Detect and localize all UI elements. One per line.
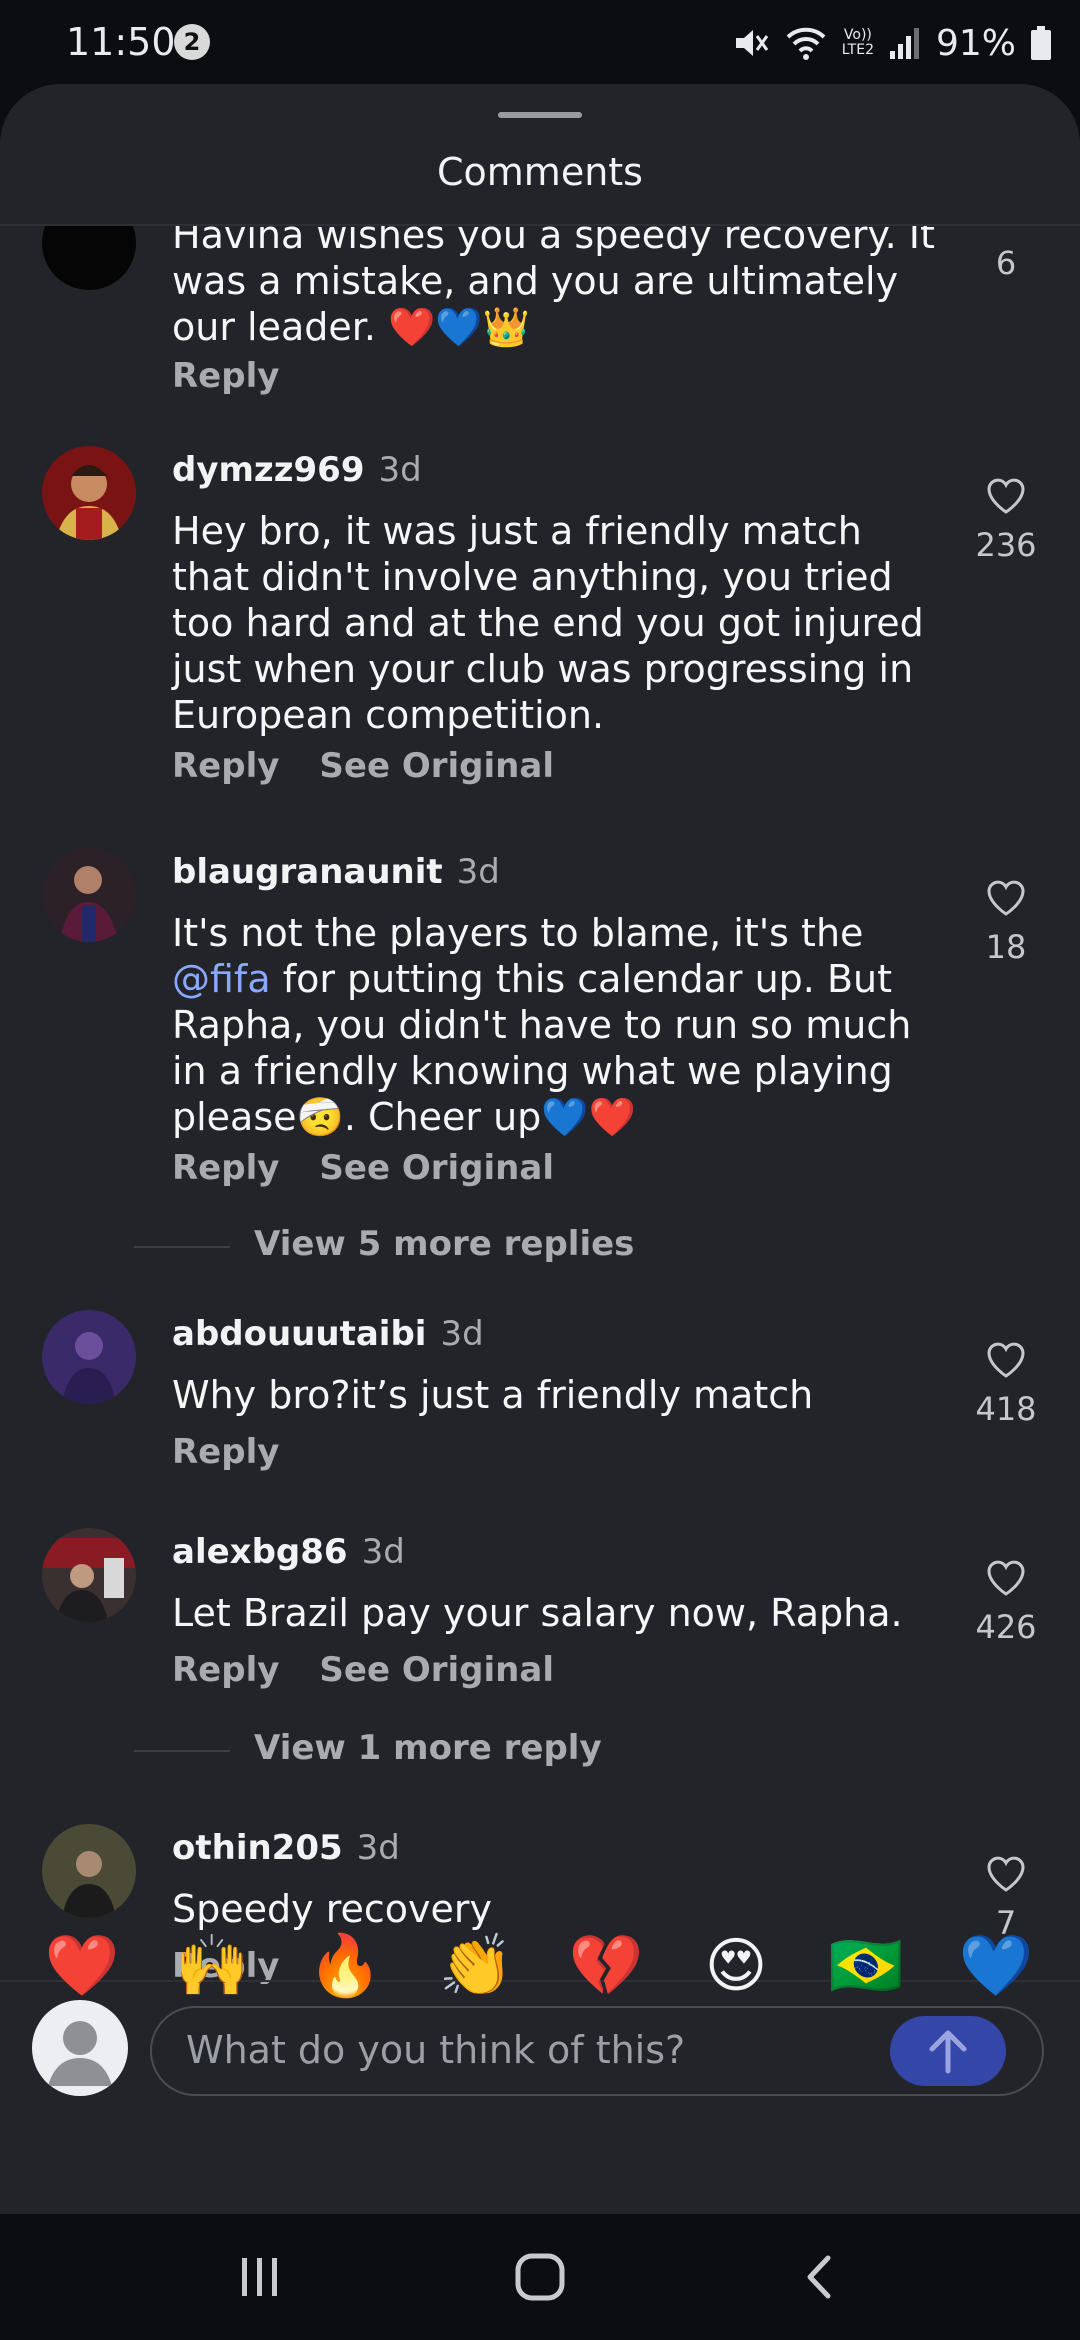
comment-text: Hey bro, it was just a friendly match th… bbox=[172, 509, 924, 737]
recent-apps-icon[interactable] bbox=[236, 2252, 284, 2302]
see-original-button[interactable]: See Original bbox=[319, 1148, 554, 1188]
emoji-heart-button[interactable]: ❤️ bbox=[42, 1926, 122, 2006]
comment-list[interactable]: Havina wishes you a speedy recovery. It … bbox=[0, 226, 1080, 1984]
view-more-replies-button[interactable]: View 5 more replies bbox=[254, 1224, 634, 1264]
system-icons: Vo)) LTE2 91% bbox=[730, 18, 1052, 68]
see-original-button[interactable]: See Original bbox=[319, 746, 554, 786]
comment-input-placeholder: What do you think of this? bbox=[186, 2028, 686, 2072]
emoji-fire-button[interactable]: 🔥 bbox=[305, 1926, 385, 2006]
battery-icon bbox=[1031, 26, 1051, 60]
avatar[interactable] bbox=[42, 226, 136, 290]
person-icon bbox=[48, 2021, 112, 2086]
comment-age: 3d bbox=[356, 1828, 400, 1868]
replies-line bbox=[134, 1246, 230, 1248]
comment-meta: othin205 3d bbox=[172, 1828, 400, 1868]
send-button[interactable] bbox=[890, 2016, 1006, 2086]
comment-actions: Reply See Original bbox=[172, 1650, 554, 1690]
username[interactable]: alexbg86 bbox=[172, 1532, 348, 1572]
like-area[interactable]: 426 bbox=[966, 1558, 1046, 1646]
username[interactable]: abdouuutaibi bbox=[172, 1314, 426, 1354]
heart-icon[interactable] bbox=[985, 878, 1027, 918]
comment-actions: Reply bbox=[172, 356, 279, 396]
heart-icon[interactable] bbox=[985, 1854, 1027, 1894]
avatar[interactable] bbox=[42, 1824, 136, 1918]
comment-actions: Reply bbox=[172, 1432, 279, 1472]
emoji-clap-button[interactable]: 👏 bbox=[436, 1926, 516, 2006]
user-avatar[interactable] bbox=[32, 2000, 128, 2096]
replies-line bbox=[134, 1750, 230, 1752]
comments-sheet: Comments Havina wishes you a speedy reco… bbox=[0, 84, 1080, 2214]
like-count: 6 bbox=[995, 244, 1017, 282]
comment-meta: alexbg86 3d bbox=[172, 1532, 405, 1572]
reply-button[interactable]: Reply bbox=[172, 1650, 279, 1690]
avatar[interactable] bbox=[42, 1528, 136, 1622]
emoji-blue-heart-button[interactable]: 💙 bbox=[956, 1926, 1036, 2006]
like-area[interactable]: 18 bbox=[966, 878, 1046, 966]
back-icon[interactable] bbox=[800, 2252, 840, 2302]
mute-icon bbox=[735, 30, 769, 56]
avatar[interactable] bbox=[42, 848, 136, 942]
emoji-raised-hands-button[interactable]: 🙌 bbox=[172, 1926, 252, 2006]
like-area[interactable]: 418 bbox=[966, 1340, 1046, 1428]
emoji-broken-heart-button[interactable]: 💔 bbox=[566, 1926, 646, 2006]
username[interactable]: blaugranaunit bbox=[172, 852, 443, 892]
wifi-icon bbox=[786, 27, 826, 60]
comment-meta: abdouuutaibi 3d bbox=[172, 1314, 484, 1354]
heart-icon[interactable] bbox=[985, 476, 1027, 516]
comment-age: 3d bbox=[440, 1314, 484, 1354]
username[interactable]: othin205 bbox=[172, 1828, 343, 1868]
comment-age: 3d bbox=[361, 1532, 405, 1572]
emoji-brazil-flag-button[interactable]: 🇧🇷 bbox=[826, 1926, 906, 2006]
comment-actions: Reply See Original bbox=[172, 746, 554, 786]
emoji-heart-eyes-button[interactable]: 😍 bbox=[696, 1926, 776, 2006]
see-original-button[interactable]: See Original bbox=[319, 1650, 554, 1690]
comment-actions: Reply See Original bbox=[172, 1148, 554, 1188]
reply-button[interactable]: Reply bbox=[172, 1148, 279, 1188]
heart-icon[interactable] bbox=[985, 1558, 1027, 1598]
avatar[interactable] bbox=[42, 446, 136, 540]
status-bar: 11:50 2 Vo)) LTE2 91% bbox=[0, 0, 1080, 86]
like-count: 426 bbox=[975, 1608, 1037, 1646]
like-area[interactable]: 6 bbox=[966, 234, 1046, 282]
comment-meta: dymzz969 3d bbox=[172, 450, 422, 490]
like-count: 18 bbox=[985, 928, 1027, 966]
comment-text: Why bro?it’s just a friendly match bbox=[172, 1373, 814, 1417]
comment-text: Havina wishes you a speedy recovery. It … bbox=[172, 226, 935, 349]
comment-meta: blaugranaunit 3d bbox=[172, 852, 500, 892]
network-label: Vo)) LTE2 bbox=[841, 27, 874, 58]
comment-age: 3d bbox=[456, 852, 500, 892]
comment-age: 3d bbox=[378, 450, 422, 490]
comment-text: It's not the players to blame, it's the … bbox=[172, 911, 912, 1139]
mention-link[interactable]: @fifa bbox=[172, 957, 271, 1001]
battery-percent: 91% bbox=[935, 22, 1016, 64]
home-icon[interactable] bbox=[514, 2252, 566, 2302]
avatar[interactable] bbox=[42, 1310, 136, 1404]
signal-icon bbox=[889, 28, 919, 59]
like-count: 236 bbox=[975, 526, 1037, 564]
sheet-title: Comments bbox=[437, 150, 643, 194]
reply-button[interactable]: Reply bbox=[172, 746, 279, 786]
like-count: 418 bbox=[975, 1390, 1037, 1428]
heart-icon[interactable] bbox=[985, 1340, 1027, 1380]
arrow-up-icon bbox=[929, 2030, 967, 2074]
reply-button[interactable]: Reply bbox=[172, 356, 279, 396]
notification-count-badge: 2 bbox=[174, 24, 210, 60]
reply-button[interactable]: Reply bbox=[172, 1432, 279, 1472]
like-area[interactable]: 236 bbox=[966, 476, 1046, 564]
comment-text: Let Brazil pay your salary now, Rapha. bbox=[172, 1591, 903, 1635]
drag-handle[interactable] bbox=[498, 112, 582, 118]
status-time: 11:50 bbox=[66, 20, 176, 64]
comment-input[interactable]: What do you think of this? bbox=[150, 2006, 1044, 2096]
view-more-replies-button[interactable]: View 1 more reply bbox=[254, 1728, 602, 1768]
username[interactable]: dymzz969 bbox=[172, 450, 364, 490]
navigation-bar bbox=[0, 2214, 1080, 2340]
